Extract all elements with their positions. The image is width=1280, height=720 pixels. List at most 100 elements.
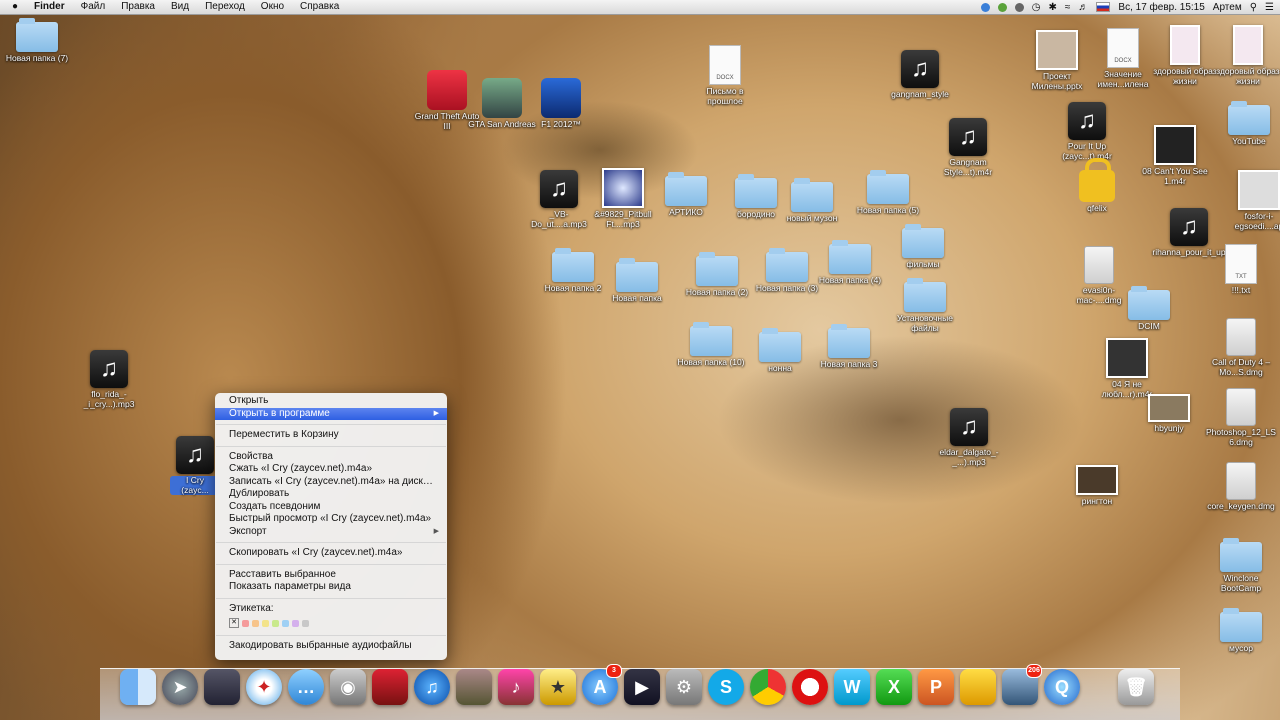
desktop-file[interactable]: hbyunjy <box>1132 394 1206 434</box>
menu-item-quick-look[interactable]: Быстрый просмотр «I Cry (zaycev.net).m4a… <box>215 513 447 526</box>
menu-app-finder[interactable]: Finder <box>26 0 73 14</box>
menu-item-view-options[interactable]: Показать параметры вида <box>215 581 447 594</box>
desktop-folder[interactable]: фильмы <box>886 224 960 270</box>
desktop-folder[interactable]: Новая папка (4) <box>813 240 887 286</box>
desktop-folder[interactable]: Новая папка (10) <box>674 322 748 368</box>
desktop-file[interactable]: Call of Duty 4 – Mo...S.dmg <box>1204 318 1278 377</box>
label-green-swatch[interactable] <box>272 619 279 627</box>
menu-window[interactable]: Окно <box>253 0 292 14</box>
trash-icon[interactable]: 🗑 <box>1118 669 1154 705</box>
wifi-icon[interactable]: ≈ <box>1065 2 1071 13</box>
desktop-file[interactable]: DOCX Письмо в прошлое <box>688 45 762 106</box>
desktop-folder[interactable]: Winclone BootCamp <box>1204 538 1278 593</box>
label-gray-swatch[interactable] <box>302 619 309 627</box>
label-yellow-swatch[interactable] <box>262 619 269 627</box>
menu-item-compress[interactable]: Сжать «I Cry (zaycev.net).m4a» <box>215 463 447 476</box>
desktop-folder[interactable]: Установочные файлы <box>888 278 962 333</box>
quicktime-icon[interactable]: Q <box>1044 669 1080 705</box>
menu-view[interactable]: Вид <box>163 0 197 14</box>
chrome-icon[interactable] <box>750 669 786 705</box>
desktop-file[interactable]: ♫ eldar_dalgato_-_...).mp3 <box>932 408 1006 467</box>
clock[interactable]: Вс, 17 февр. 15:15 <box>1118 2 1204 13</box>
label-red-swatch[interactable] <box>242 619 249 627</box>
desktop-folder[interactable]: Новая папка (5) <box>851 170 925 216</box>
powerpoint-icon[interactable]: P <box>918 669 954 705</box>
menu-extra-icon[interactable] <box>997 2 1007 12</box>
desktop-file[interactable]: 08 Can't You See 1.m4r <box>1138 125 1212 186</box>
finder-icon[interactable] <box>120 669 156 705</box>
desktop-folder[interactable]: Новая папка (7) <box>0 18 74 64</box>
apple-menu-icon[interactable]: ● <box>0 0 26 14</box>
menu-item-make-alias[interactable]: Создать псевдоним <box>215 501 447 514</box>
user-menu[interactable]: Артем <box>1213 2 1242 13</box>
menu-extra-icon[interactable] <box>980 2 990 12</box>
desktop-file[interactable]: Проект Милены.pptx <box>1020 30 1094 91</box>
word-icon[interactable]: W <box>834 669 870 705</box>
desktop-file[interactable]: 04 Я не любл...r).m4r <box>1090 338 1164 399</box>
excel-icon[interactable]: X <box>876 669 912 705</box>
desktop-folder[interactable]: Новая папка 2 <box>536 248 610 294</box>
menu-item-encode-audio[interactable]: Закодировать выбранные аудиофайлы <box>215 640 447 653</box>
desktop-file[interactable]: здоровый образ жизни <box>1211 25 1280 86</box>
system-preferences-icon[interactable]: ⚙ <box>666 669 702 705</box>
itunes-icon[interactable]: ♫ <box>414 669 450 705</box>
menu-item-burn[interactable]: Записать «I Cry (zaycev.net).m4a» на дис… <box>215 476 447 489</box>
label-blue-swatch[interactable] <box>282 619 289 627</box>
menu-file[interactable]: Файл <box>73 0 114 14</box>
iphoto-app-icon[interactable] <box>456 669 492 705</box>
desktop-folder[interactable]: мусор <box>1204 608 1278 654</box>
menu-item-arrange[interactable]: Расставить выбранное <box>215 569 447 582</box>
skype-icon[interactable]: S <box>708 669 744 705</box>
desktop-folder[interactable]: Новая папка <box>600 258 674 304</box>
label-none-swatch[interactable]: ✕ <box>229 618 239 628</box>
mission-control-icon[interactable] <box>204 669 240 705</box>
menu-item-open[interactable]: Открыть <box>215 395 447 408</box>
desktop-folder[interactable]: АРТИКО <box>649 172 723 218</box>
desktop-folder[interactable]: Новая папка (2) <box>680 252 754 298</box>
menu-item-open-with[interactable]: Открыть в программе ▶ <box>215 407 447 420</box>
menu-help[interactable]: Справка <box>292 0 347 14</box>
bluetooth-icon[interactable]: ✱ <box>1049 2 1057 13</box>
desktop-file[interactable]: рингтон <box>1060 465 1134 507</box>
desktop-file[interactable]: ♫ _VB-Do_ut....a.mp3 <box>522 170 596 229</box>
notification-center-icon[interactable]: ☰ <box>1265 2 1274 13</box>
time-machine-icon[interactable]: ◷ <box>1032 2 1041 13</box>
menu-item-copy[interactable]: Скопировать «I Cry (zaycev.net).m4a» <box>215 547 447 560</box>
garageband-icon[interactable]: ♪ <box>498 669 534 705</box>
menu-extra-icon[interactable] <box>1014 2 1024 12</box>
menu-item-move-to-trash[interactable]: Переместить в Корзину <box>215 429 447 442</box>
lock-app-icon[interactable] <box>960 669 996 705</box>
label-orange-swatch[interactable] <box>252 619 259 627</box>
desktop-file[interactable]: ♫ Pour It Up (zayc...t).m4r <box>1050 102 1124 161</box>
desktop-file[interactable]: ♫ Gangnam Style...t).m4r <box>931 118 1005 177</box>
desktop-file[interactable]: TXT !!!.txt <box>1204 244 1278 296</box>
label-purple-swatch[interactable] <box>292 619 299 627</box>
safari-icon[interactable]: ✦ <box>246 669 282 705</box>
desktop-file[interactable]: qfelix <box>1060 158 1134 214</box>
desktop-file[interactable]: ♫ flo_rida_-_i_cry...).mp3 <box>72 350 146 409</box>
photo-booth-icon[interactable] <box>372 669 408 705</box>
menu-item-share[interactable]: Экспорт ▶ <box>215 526 447 539</box>
menu-go[interactable]: Переход <box>197 0 253 14</box>
desktop-folder[interactable]: новый музон <box>775 178 849 224</box>
facetime-icon[interactable]: ◉ <box>330 669 366 705</box>
app-store-icon[interactable]: A3 <box>582 664 622 705</box>
desktop-folder[interactable]: YouTube <box>1212 101 1280 147</box>
final-cut-icon[interactable]: ▶ <box>624 669 660 705</box>
desktop-folder[interactable]: DCIM <box>1112 286 1186 332</box>
desktop-file[interactable]: fosfor-i-egsoedi....ap <box>1222 170 1280 231</box>
desktop-file-selected[interactable]: ♫ I Cry (zayc... <box>170 436 220 495</box>
menu-edit[interactable]: Правка <box>113 0 163 14</box>
imovie-star-icon[interactable]: ★ <box>540 669 576 705</box>
desktop[interactable]: ● Finder Файл Правка Вид Переход Окно Сп… <box>0 0 1280 720</box>
desktop-folder[interactable]: нонна <box>743 328 817 374</box>
volume-icon[interactable]: ♬ <box>1078 2 1088 13</box>
opera-icon[interactable] <box>792 669 828 705</box>
desktop-app[interactable]: F1 2012™ <box>524 78 598 130</box>
desktop-file[interactable]: ♫ gangnam_style <box>883 50 957 100</box>
desktop-folder[interactable]: Новая папка 3 <box>812 324 886 370</box>
desktop-file[interactable]: Photoshop_12_LS6.dmg <box>1204 388 1278 447</box>
launchpad-icon[interactable]: ➤ <box>162 669 198 705</box>
input-source-flag-icon[interactable] <box>1096 2 1111 12</box>
desktop-file[interactable]: core_keygen.dmg <box>1204 462 1278 512</box>
